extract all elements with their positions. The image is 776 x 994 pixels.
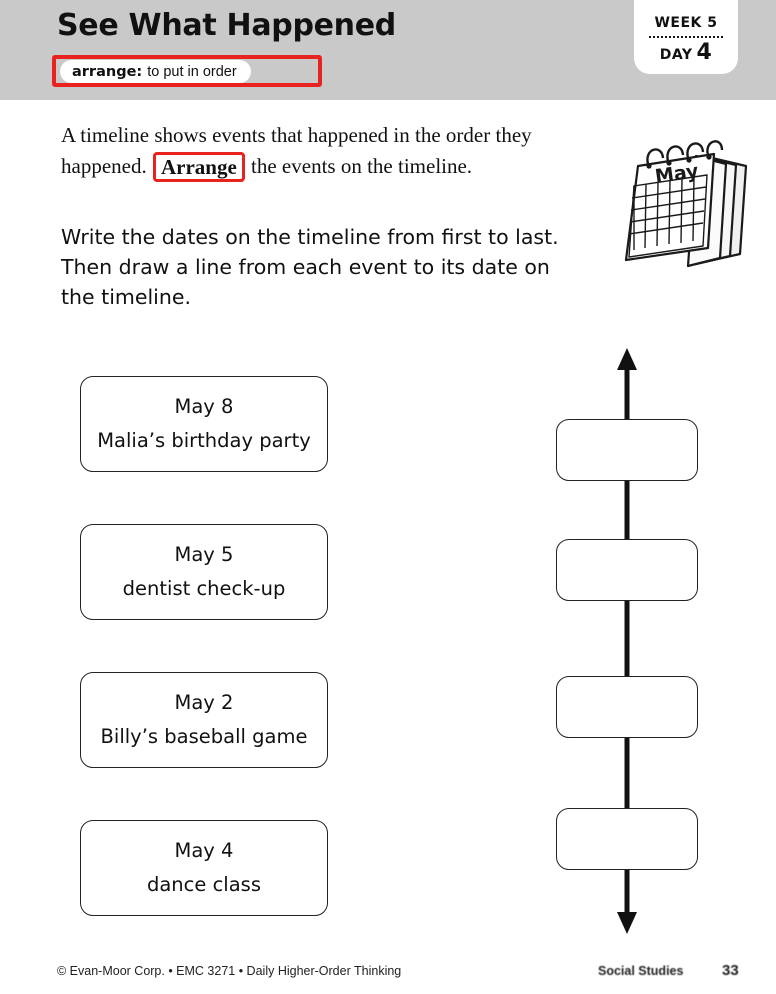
timeline-slot[interactable] <box>556 419 698 481</box>
arrange-highlight-word: Arrange <box>152 152 245 182</box>
calendar-illustration: May <box>608 136 768 286</box>
timeline-slot[interactable] <box>556 676 698 738</box>
intro-paragraph: A timeline shows events that happened in… <box>61 120 571 182</box>
vertical-timeline <box>540 346 730 936</box>
event-card[interactable]: May 2 Billy’s baseball game <box>80 672 328 768</box>
arrow-up-icon <box>617 348 637 370</box>
arrow-down-icon <box>617 912 637 934</box>
vocabulary-definition: to put in order <box>147 63 237 80</box>
event-date: May 5 <box>174 543 234 566</box>
badge-divider <box>649 36 723 38</box>
event-card[interactable]: May 8 Malia’s birthday party <box>80 376 328 472</box>
event-name: Billy’s baseball game <box>100 725 308 748</box>
timeline-slot[interactable] <box>556 808 698 870</box>
directions-text: Write the dates on the timeline from fir… <box>61 225 559 309</box>
timeline-slot[interactable] <box>556 539 698 601</box>
event-card[interactable]: May 5 dentist check-up <box>80 524 328 620</box>
event-date: May 8 <box>174 395 234 418</box>
day-number: 4 <box>696 40 713 65</box>
day-word: DAY <box>659 47 693 63</box>
event-date: May 4 <box>174 839 234 862</box>
page-title: See What Happened <box>57 8 396 43</box>
week-label: WEEK 5 <box>654 15 718 31</box>
event-name: dentist check-up <box>122 577 286 600</box>
header-band: See What Happened arrange: to put in ord… <box>0 0 776 100</box>
event-card[interactable]: May 4 dance class <box>80 820 328 916</box>
page-footer: © Evan-Moor Corp. • EMC 3271 • Daily Hig… <box>0 962 776 994</box>
vocabulary-pill: arrange: to put in order <box>60 60 251 83</box>
event-name: Malia’s birthday party <box>97 429 311 452</box>
vocabulary-callout: arrange: to put in order <box>52 55 322 87</box>
footer-page-number: 33 <box>722 962 739 979</box>
footer-subject: Social Studies <box>598 964 684 978</box>
footer-credit: © Evan-Moor Corp. • EMC 3271 • Daily Hig… <box>57 964 402 978</box>
week-day-badge: WEEK 5 DAY 4 <box>634 0 738 74</box>
intro-text-after: the events on the timeline. <box>251 154 473 178</box>
event-date: May 2 <box>174 691 234 714</box>
day-label: DAY 4 <box>660 42 713 64</box>
vocabulary-term: arrange: <box>72 63 143 80</box>
event-name: dance class <box>146 873 261 896</box>
